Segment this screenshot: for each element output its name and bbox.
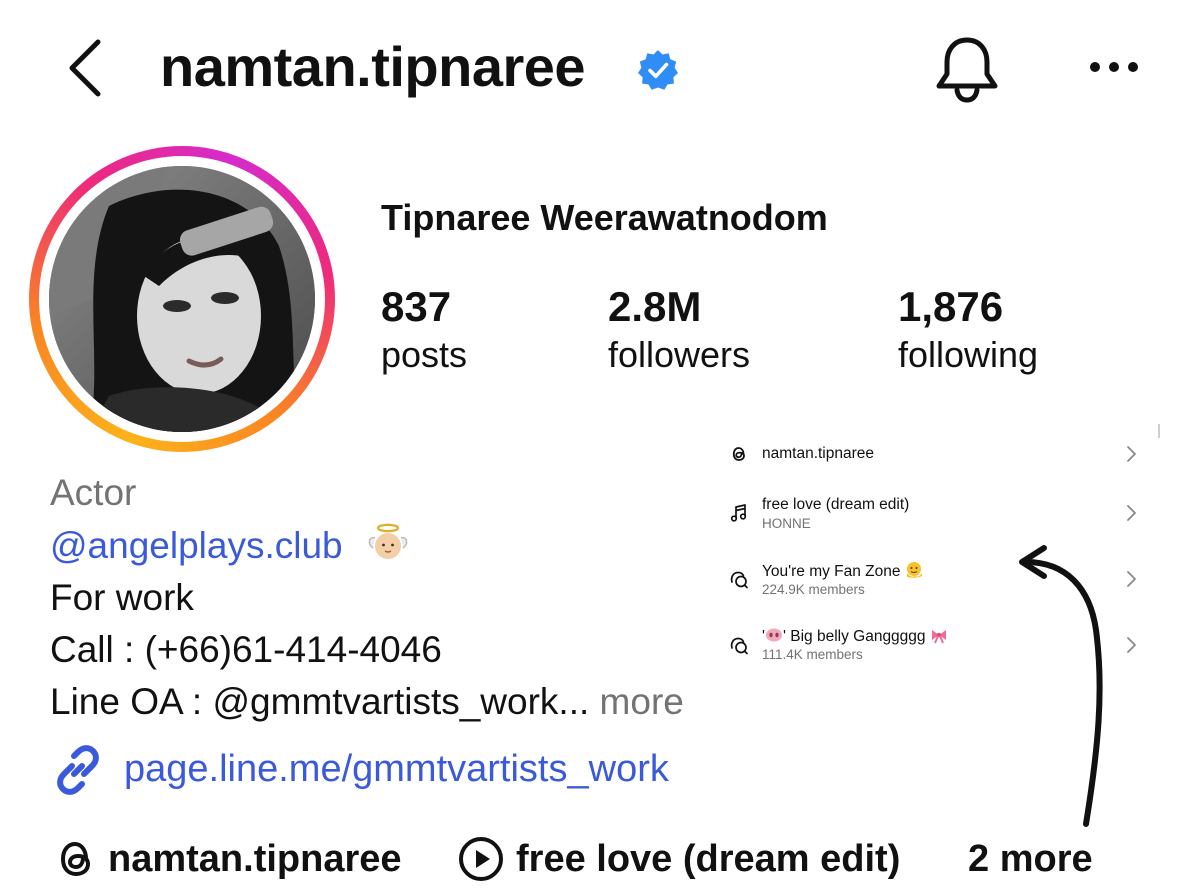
profile-full-name: Tipnaree Weerawatnodom: [381, 197, 828, 238]
channel-icon: [730, 571, 748, 589]
bio-mention-row: @angelplays.club: [50, 522, 409, 569]
baby-angel-emoji-icon: [368, 523, 408, 559]
followers-count[interactable]: 2.8M followers: [608, 282, 750, 378]
bio-line: For work: [50, 577, 194, 618]
threads-icon[interactable]: [54, 836, 98, 882]
threads-handle-link[interactable]: namtan.tipnaree: [108, 834, 402, 884]
chevron-right-icon: [1127, 505, 1136, 521]
music-link[interactable]: free love (dream edit): [516, 834, 900, 884]
following-count-value: 1,876: [898, 283, 1004, 330]
annotation-arrow-icon: [1019, 545, 1103, 827]
profile-username: namtan.tipnaree: [160, 35, 586, 98]
posts-count[interactable]: 837 posts: [381, 282, 467, 378]
chevron-left-icon[interactable]: [60, 36, 116, 100]
posts-count-label: posts: [381, 334, 468, 375]
followers-count-value: 2.8M: [608, 283, 702, 330]
verified-badge-icon: [638, 50, 678, 90]
bio-more-button[interactable]: more: [600, 681, 684, 722]
pig-nose-emoji-icon: [765, 628, 782, 642]
links-panel-item-title: You're my Fan Zone: [762, 561, 923, 582]
story-ring[interactable]: [29, 146, 335, 452]
bio-mention-link[interactable]: @angelplays.club: [50, 525, 343, 566]
channel-name: Big belly Ganggggg: [790, 628, 926, 645]
channel-name: You're my Fan Zone: [762, 563, 901, 580]
ribbon-emoji-icon: [931, 630, 946, 644]
chevron-right-icon: [1127, 446, 1136, 462]
following-count[interactable]: 1,876 following: [898, 282, 1038, 378]
chevron-right-icon: [1127, 637, 1136, 653]
music-note-icon: [730, 504, 747, 522]
link-icon: [57, 745, 99, 795]
melting-face-emoji-icon: [906, 562, 922, 578]
links-panel-item-subtitle: HONNE: [762, 516, 811, 531]
bio-line: Call : (+66)61-414-4046: [50, 629, 442, 670]
followers-count-label: followers: [608, 334, 751, 375]
threads-icon: [732, 447, 745, 461]
links-panel-item-subtitle: 224.9K members: [762, 582, 865, 597]
links-panel-item-subtitle: 111.4K members: [762, 647, 863, 662]
bio-line: Line OA : @gmmtvartists_work... more: [50, 679, 684, 725]
quote-mark: ': [782, 628, 786, 645]
links-panel-item-title: namtan.tipnaree: [762, 445, 875, 462]
bio-line-text: Line OA : @gmmtvartists_work...: [50, 681, 590, 722]
bell-icon[interactable]: [934, 34, 1000, 104]
links-panel-item-title: ' ' Big belly Ganggggg: [762, 626, 948, 647]
more-horizontal-icon[interactable]: [1088, 57, 1140, 77]
following-count-label: following: [898, 334, 1039, 375]
more-links-button[interactable]: 2 more: [968, 834, 1093, 884]
avatar: [49, 166, 315, 432]
chevron-right-icon: [1127, 571, 1136, 587]
links-panel-item-title: free love (dream edit): [762, 496, 910, 513]
profile-external-link[interactable]: page.line.me/gmmtvartists_work: [124, 745, 669, 793]
profile-category: Actor: [50, 472, 137, 513]
panel-edge-mark: [1158, 424, 1160, 438]
links-panel-item-threads[interactable]: namtan.tipnaree: [726, 438, 1144, 494]
play-circle-icon[interactable]: [458, 836, 504, 882]
channel-icon: [730, 637, 748, 655]
posts-count-value: 837: [381, 283, 452, 330]
